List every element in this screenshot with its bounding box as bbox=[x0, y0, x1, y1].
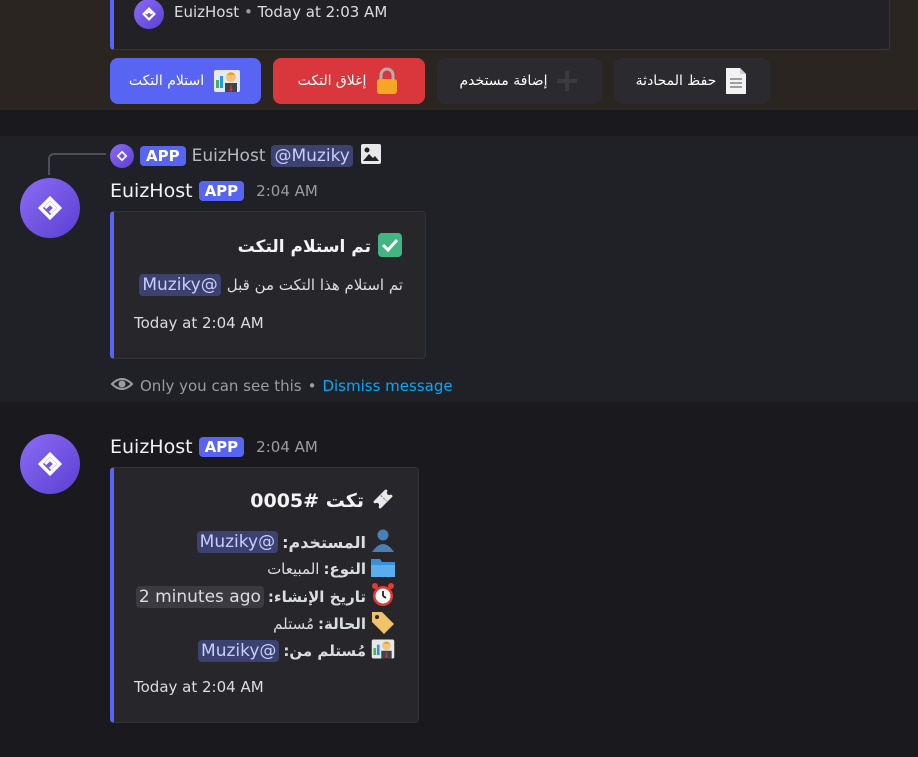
status-label: الحالة: bbox=[318, 615, 366, 633]
message-author[interactable]: EuizHost bbox=[110, 180, 193, 202]
created-label: تاريخ الإنشاء: bbox=[267, 588, 366, 606]
lock-icon bbox=[374, 67, 400, 95]
eye-icon bbox=[110, 374, 134, 398]
reply-avatar-icon bbox=[110, 144, 134, 168]
ticket-info-embed: تكت #0005 المستخدم: @Muziky النوع: المبي… bbox=[110, 467, 419, 723]
claimed-by-label: مُستلم من: bbox=[283, 642, 366, 660]
previous-embed: EuizHost • Today at 2:03 AM bbox=[110, 0, 890, 50]
bot-avatar-2[interactable] bbox=[20, 434, 80, 494]
add-user-button[interactable]: إضافة مستخدم bbox=[437, 58, 602, 104]
user-silhouette-icon bbox=[370, 528, 396, 556]
claimed-embed: تم استلام التكت تم استلام هذا التكت من ق… bbox=[110, 211, 426, 359]
save-transcript-button[interactable]: حفظ المحادثة bbox=[614, 58, 770, 104]
manager-emoji-icon bbox=[370, 636, 396, 666]
reply-preview[interactable]: APP EuizHost @Muziky bbox=[110, 142, 383, 170]
reply-author: EuizHost bbox=[191, 146, 266, 166]
add-user-label: إضافة مستخدم bbox=[459, 73, 548, 89]
save-transcript-label: حفظ المحادثة bbox=[635, 73, 717, 89]
dot-separator: • bbox=[243, 3, 253, 21]
user-field: المستخدم: @Muziky bbox=[196, 528, 396, 556]
reply-connector bbox=[48, 153, 106, 175]
message-author-2[interactable]: EuizHost bbox=[110, 436, 193, 458]
type-field: النوع: المبيعات bbox=[267, 556, 396, 582]
manager-emoji-icon bbox=[212, 66, 242, 96]
ephemeral-separator: • bbox=[307, 377, 317, 395]
euizhost-logo-icon bbox=[134, 0, 164, 29]
type-value: المبيعات bbox=[267, 560, 320, 578]
reply-mention[interactable]: @Muziky bbox=[271, 145, 353, 167]
message-timestamp: 2:04 AM bbox=[256, 182, 318, 200]
app-badge-2: APP bbox=[198, 437, 245, 457]
embed-title: تم استلام التكت bbox=[237, 237, 371, 257]
folder-icon bbox=[370, 556, 396, 582]
alarm-clock-icon bbox=[370, 582, 396, 612]
status-value: مُستلم bbox=[273, 615, 315, 633]
embed-footer-author: EuizHost bbox=[174, 3, 240, 21]
dismiss-message-link[interactable]: Dismiss message bbox=[322, 377, 452, 395]
check-mark-icon bbox=[377, 232, 403, 262]
claimed-by-mention-2[interactable]: @Muziky bbox=[198, 640, 280, 662]
embed-footer-2: Today at 2:04 AM bbox=[134, 678, 264, 696]
claim-ticket-button[interactable]: استلام التكت bbox=[110, 58, 261, 104]
bot-avatar[interactable] bbox=[20, 178, 80, 238]
reply-app-badge: APP bbox=[140, 146, 186, 166]
claim-ticket-label: استلام التكت bbox=[128, 73, 205, 89]
created-value: 2 minutes ago bbox=[135, 586, 264, 608]
plus-icon bbox=[555, 69, 579, 93]
user-mention[interactable]: @Muziky bbox=[196, 531, 279, 553]
embed-description: تم استلام هذا التكت من قبل bbox=[226, 276, 403, 294]
image-icon bbox=[359, 142, 383, 170]
status-field: الحالة: مُستلم bbox=[273, 610, 396, 638]
label-tag-icon bbox=[370, 610, 396, 638]
ticket-icon bbox=[370, 486, 396, 516]
user-label: المستخدم: bbox=[282, 532, 366, 552]
message-timestamp-2: 2:04 AM bbox=[256, 438, 318, 456]
type-label: النوع: bbox=[323, 560, 366, 578]
app-badge: APP bbox=[198, 181, 245, 201]
close-ticket-button[interactable]: إغلاق التكت bbox=[273, 58, 425, 104]
claimed-by-field: مُستلم من: @Muziky bbox=[198, 636, 396, 666]
created-field: تاريخ الإنشاء: 2 minutes ago bbox=[135, 582, 396, 612]
document-icon bbox=[724, 66, 748, 96]
ephemeral-note: Only you can see this bbox=[140, 377, 302, 395]
embed-footer: Today at 2:04 AM bbox=[134, 314, 264, 332]
claimed-by-mention[interactable]: @Muziky bbox=[139, 274, 221, 296]
ticket-title: تكت #0005 bbox=[250, 490, 364, 512]
embed-footer-timestamp: Today at 2:03 AM bbox=[257, 3, 388, 21]
close-ticket-label: إغلاق التكت bbox=[297, 73, 367, 89]
